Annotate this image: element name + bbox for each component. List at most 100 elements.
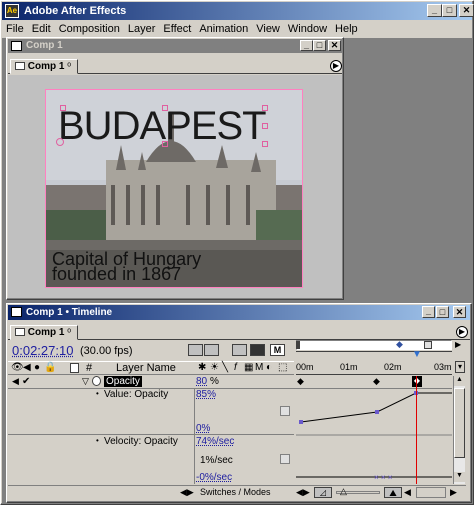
switches-toggle-left-icon[interactable]: ◀▶ (180, 487, 194, 498)
menu-view[interactable]: View (252, 20, 284, 38)
comp-titlebar: Comp 1 _ □ ✕ (8, 39, 342, 53)
lock-switch-icon[interactable]: 🔒 (44, 362, 56, 373)
comp-close-button[interactable]: ✕ (328, 40, 341, 51)
comp-maximize-button[interactable]: □ (313, 40, 326, 51)
velocity-min[interactable]: -0%/sec (196, 472, 232, 483)
comp-tab-strip: Comp 1 ᵒ ▶ (8, 58, 342, 74)
quality-switch-icon[interactable]: ╲ (222, 362, 228, 373)
value-opacity-label: Value: Opacity (104, 389, 169, 400)
zoom-thumb-icon[interactable]: △ (340, 486, 347, 497)
velocity-value[interactable]: 74%/sec (196, 436, 234, 447)
draft-3d-icon[interactable] (232, 344, 247, 356)
effect-switch-icon[interactable]: f (234, 362, 237, 373)
zoom-slider-thumb[interactable]: ▼ (412, 349, 422, 360)
3d-switch-icon[interactable]: ⬚ (278, 362, 287, 373)
comp-tab[interactable]: Comp 1 ᵒ (10, 59, 79, 74)
comp-minimize-button[interactable]: _ (300, 40, 313, 51)
timeline-tab[interactable]: Comp 1 ᵒ (10, 325, 79, 340)
timeline-maximize-button[interactable]: □ (436, 306, 449, 318)
opacity-value[interactable]: 80 (196, 376, 207, 387)
menu-layer[interactable]: Layer (124, 20, 160, 38)
comp-panel-menu-icon[interactable]: ▶ (330, 60, 342, 72)
motion-blur-icon[interactable]: M (270, 344, 285, 356)
current-time-indicator[interactable] (416, 376, 417, 484)
selection-handle[interactable] (60, 105, 66, 111)
audio-switch-icon[interactable]: ◀ (23, 362, 31, 373)
h-scroll-left-icon[interactable]: ◀ (404, 487, 411, 498)
keyframe[interactable]: ◆ (297, 376, 304, 387)
comp-frame[interactable]: BUDAPEST Capital of Hungary founded in 1… (45, 89, 303, 288)
timeline-close-button[interactable]: ✕ (453, 306, 466, 318)
adjustment-switch-icon[interactable]: ◐ (266, 362, 272, 373)
tab-close-icon[interactable]: ᵒ (67, 61, 71, 72)
comp-marker-icon[interactable]: ▾ (455, 361, 465, 373)
value-graph[interactable]: × × × (296, 389, 452, 484)
time-ruler[interactable]: 00m 01m 02m 03m (296, 361, 452, 375)
layer-name-header[interactable]: Layer Name (116, 362, 176, 374)
menu-window[interactable]: Window (284, 20, 331, 38)
caption-line-2[interactable]: founded in 1867 (52, 265, 181, 283)
menu-effect[interactable]: Effect (159, 20, 195, 38)
scroll-thumb[interactable] (454, 388, 465, 458)
navigator-scroll-right[interactable]: ▶ (455, 340, 465, 350)
value-min[interactable]: 0% (196, 423, 210, 434)
keyframe-nav-prev-icon[interactable]: ◀ (12, 376, 19, 387)
velocity-graph-checkbox[interactable] (280, 454, 290, 464)
frame-blend-switch-icon[interactable]: ▦ (244, 362, 253, 373)
switches-modes-toggle[interactable]: Switches / Modes (200, 487, 271, 497)
menu-bar: File Edit Composition Layer Effect Animation V… (2, 20, 472, 38)
keyframe-selected[interactable]: ◆ (412, 376, 422, 387)
switches-toggle-right-icon[interactable]: ◀▶ (296, 487, 310, 498)
live-update-icon[interactable] (204, 344, 219, 356)
h-scroll-thumb[interactable] (416, 487, 446, 498)
frame-blending-icon[interactable] (250, 344, 265, 356)
tab-close-icon[interactable]: ᵒ (67, 327, 71, 338)
menu-edit[interactable]: Edit (28, 20, 55, 38)
timeline-window-icon (11, 307, 22, 317)
opacity-property-name[interactable]: Opacity (104, 376, 142, 387)
timeline-tab-icon (15, 328, 25, 337)
selection-handle[interactable] (262, 123, 268, 129)
timeline-minimize-button[interactable]: _ (422, 306, 435, 318)
h-scroll-right-icon[interactable]: ▶ (450, 487, 457, 498)
value-graph-checkbox[interactable] (280, 406, 290, 416)
motion-blur-switch-icon[interactable]: M (255, 362, 263, 373)
opacity-property-row[interactable]: ◀ ✔ ▽ Opacity 80 % (8, 376, 294, 388)
collapse-switch-icon[interactable]: ☀ (210, 362, 219, 373)
ruler-label: 00m (296, 362, 314, 372)
timeline-panel-menu-icon[interactable]: ▶ (456, 326, 468, 338)
navigator-end-handle[interactable] (424, 341, 432, 349)
scroll-down-icon[interactable]: ▼ (454, 472, 465, 482)
minimize-button[interactable]: _ (427, 4, 442, 17)
selection-handle[interactable] (262, 105, 268, 111)
stopwatch-icon[interactable] (92, 376, 101, 386)
zoom-slider[interactable] (296, 351, 452, 357)
selection-handle[interactable] (162, 141, 168, 147)
vertical-scrollbar[interactable]: ▲ ▼ (453, 376, 465, 484)
menu-file[interactable]: File (2, 20, 28, 38)
menu-composition[interactable]: Composition (55, 20, 124, 38)
fps-label: (30.00 fps) (80, 345, 133, 357)
keyframe-checkbox-icon[interactable]: ✔ (22, 376, 30, 387)
navigator-start-handle[interactable] (296, 341, 300, 349)
zoom-out-icon[interactable]: ◿ (314, 487, 332, 498)
expand-triangle-icon[interactable]: ▽ (82, 376, 89, 387)
scroll-up-icon[interactable]: ▲ (454, 376, 465, 386)
navigator-marker[interactable]: ◆ (396, 339, 403, 350)
selection-handle[interactable] (56, 138, 64, 146)
zoom-in-icon[interactable]: ⛰ (384, 487, 402, 498)
video-switch-icon[interactable]: 👁 (11, 362, 24, 373)
selection-handle[interactable] (162, 105, 168, 111)
shy-switch-icon[interactable]: ✱ (198, 362, 206, 373)
selection-handle[interactable] (262, 141, 268, 147)
comp-snapshot-icon[interactable] (188, 344, 203, 356)
keyframe[interactable]: ◆ (373, 376, 380, 387)
menu-animation[interactable]: Animation (195, 20, 252, 38)
maximize-button[interactable]: □ (442, 4, 457, 17)
label-column-icon[interactable] (70, 363, 79, 373)
value-max[interactable]: 85% (196, 389, 216, 400)
menu-help[interactable]: Help (331, 20, 362, 38)
close-button[interactable]: ✕ (459, 4, 474, 17)
solo-switch-icon[interactable]: ● (34, 362, 40, 373)
current-time[interactable]: 0:02:27:10 (12, 343, 73, 358)
